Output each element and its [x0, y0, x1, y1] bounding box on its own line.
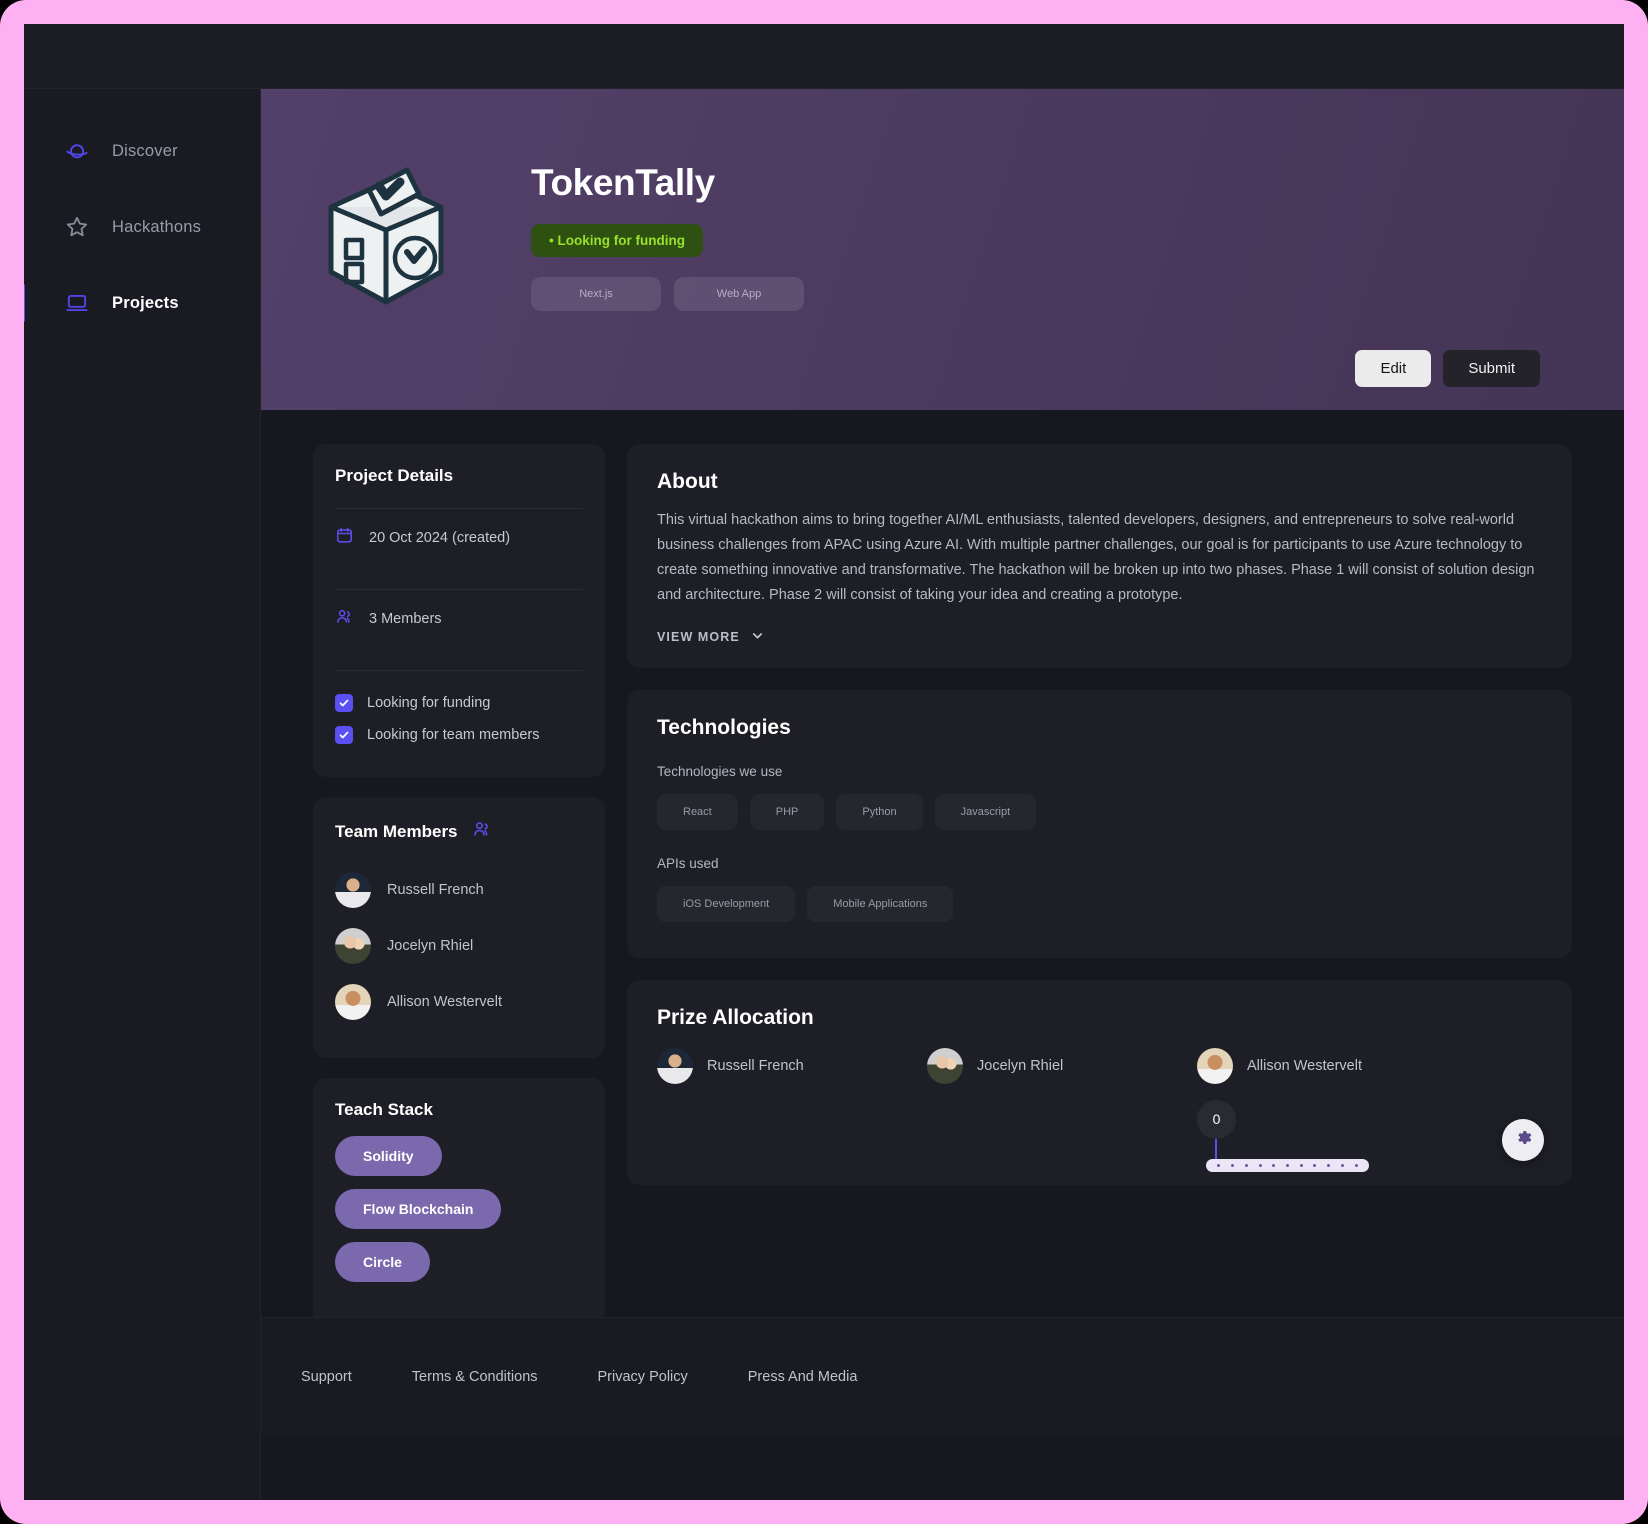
laptop-icon	[64, 290, 90, 316]
sidebar-item-label: Projects	[112, 293, 179, 312]
allocation-slider[interactable]	[1206, 1158, 1369, 1172]
prize-person-name: Russell French	[707, 1057, 804, 1074]
api-chip[interactable]: iOS Development	[657, 885, 796, 922]
prize-allocation-card: Prize Allocation Russell French Jocelyn …	[627, 979, 1572, 1185]
members-count: 3 Members	[369, 611, 442, 627]
prize-allocation-control: 0	[1197, 1099, 1369, 1172]
settings-button[interactable]	[1502, 1118, 1544, 1161]
sidebar-item-label: Hackathons	[112, 217, 202, 236]
stack-chip[interactable]: Flow Blockchain	[335, 1189, 502, 1229]
prize-allocation-title: Prize Allocation	[657, 1005, 814, 1029]
view-more-label: VIEW MORE	[657, 629, 740, 644]
list-item[interactable]: Russell French	[335, 862, 583, 918]
technologies-title: Technologies	[657, 715, 791, 739]
ballot-box-check-icon	[311, 152, 461, 312]
avatar	[335, 984, 371, 1020]
tech-stack-title: Teach Stack	[335, 1100, 433, 1119]
checkbox-looking-for-funding[interactable]: Looking for funding	[335, 687, 583, 719]
footer-link-privacy[interactable]: Privacy Policy	[598, 1369, 688, 1385]
member-name: Russell French	[387, 882, 484, 898]
member-name: Jocelyn Rhiel	[387, 938, 474, 954]
created-date: 20 Oct 2024 (created)	[369, 530, 511, 546]
project-details-title: Project Details	[335, 466, 454, 485]
prize-person-name: Jocelyn Rhiel	[977, 1057, 1064, 1074]
footer-link-terms[interactable]: Terms & Conditions	[412, 1369, 538, 1385]
avatar	[335, 872, 371, 908]
chevron-down-icon	[750, 628, 765, 646]
allocation-value: 0	[1197, 1099, 1236, 1139]
gear-icon	[1513, 1127, 1534, 1153]
avatar	[927, 1047, 963, 1084]
check-icon	[335, 694, 353, 712]
page-title: TokenTally	[531, 162, 715, 203]
app-window: Discover Hackathons Projects TokenTally …	[24, 24, 1624, 1500]
edit-button[interactable]: Edit	[1355, 350, 1432, 387]
main-area: TokenTally • Looking for funding Next.js…	[261, 89, 1624, 1500]
checkbox-looking-for-team-members[interactable]: Looking for team members	[335, 719, 583, 751]
technologies-subtitle: Technologies we use	[657, 763, 783, 779]
submit-button[interactable]: Submit	[1443, 350, 1540, 387]
team-members-title: Team Members	[335, 821, 458, 841]
api-chip[interactable]: Mobile Applications	[807, 885, 954, 922]
prize-person: Allison Westervelt 0	[1197, 1047, 1467, 1172]
footer: Support Terms & Conditions Privacy Polic…	[261, 1317, 1624, 1435]
technologies-card: Technologies Technologies we use React P…	[627, 689, 1572, 958]
prize-person: Russell French	[657, 1047, 927, 1084]
tech-chip[interactable]: Javascript	[934, 793, 1037, 830]
prize-person-name: Allison Westervelt	[1247, 1057, 1362, 1074]
sidebar-item-label: Discover	[112, 141, 178, 160]
star-icon	[64, 214, 90, 240]
users-icon	[472, 819, 492, 844]
members-count-row: 3 Members	[335, 590, 583, 648]
prize-person: Jocelyn Rhiel	[927, 1047, 1197, 1084]
pink-frame: Discover Hackathons Projects TokenTally …	[0, 0, 1648, 1524]
avatar	[1197, 1047, 1233, 1084]
content-area: Project Details 20 Oct 2024 (created) 3 …	[261, 410, 1624, 1317]
hero-tag[interactable]: Next.js	[531, 277, 661, 311]
checkbox-label: Looking for funding	[367, 695, 491, 711]
hero-tag[interactable]: Web App	[674, 277, 804, 311]
team-members-card: Team Members Russell French Jocelyn Rhie…	[313, 797, 605, 1058]
left-column: Project Details 20 Oct 2024 (created) 3 …	[313, 444, 605, 1317]
about-title: About	[657, 470, 718, 493]
view-more-button[interactable]: VIEW MORE	[657, 628, 1542, 646]
avatar	[657, 1047, 693, 1084]
sidebar-item-discover[interactable]: Discover	[24, 123, 260, 179]
top-bar	[24, 24, 1624, 89]
list-item[interactable]: Allison Westervelt	[335, 974, 583, 1030]
list-item[interactable]: Jocelyn Rhiel	[335, 918, 583, 974]
status-badge: • Looking for funding	[531, 224, 703, 257]
sidebar-item-hackathons[interactable]: Hackathons	[24, 199, 260, 255]
member-name: Allison Westervelt	[387, 994, 502, 1010]
check-icon	[335, 726, 353, 744]
footer-link-press[interactable]: Press And Media	[748, 1369, 858, 1385]
about-card: About This virtual hackathon aims to bri…	[627, 444, 1572, 668]
users-icon	[335, 607, 354, 631]
tech-stack-card: Teach Stack Solidity Flow Blockchain Cir…	[313, 1078, 605, 1317]
apis-subtitle: APIs used	[657, 855, 719, 871]
divider	[335, 670, 583, 671]
created-date-row: 20 Oct 2024 (created)	[335, 509, 583, 567]
sidebar-item-projects[interactable]: Projects	[24, 275, 260, 331]
right-column: About This virtual hackathon aims to bri…	[627, 444, 1572, 1317]
checkbox-label: Looking for team members	[367, 727, 540, 743]
footer-spacer	[261, 1435, 1624, 1500]
tech-chip[interactable]: PHP	[749, 793, 825, 830]
tech-chip[interactable]: React	[657, 793, 738, 830]
tech-chip[interactable]: Python	[836, 793, 923, 830]
stack-chip[interactable]: Circle	[335, 1242, 430, 1282]
sidebar: Discover Hackathons Projects	[24, 89, 261, 1500]
footer-link-support[interactable]: Support	[301, 1369, 352, 1385]
project-details-card: Project Details 20 Oct 2024 (created) 3 …	[313, 444, 605, 777]
calendar-icon	[335, 526, 354, 550]
avatar	[335, 928, 371, 964]
project-hero: TokenTally • Looking for funding Next.js…	[261, 89, 1624, 410]
stack-chip[interactable]: Solidity	[335, 1136, 442, 1176]
planet-icon	[64, 138, 90, 164]
about-text: This virtual hackathon aims to bring tog…	[657, 512, 1535, 603]
